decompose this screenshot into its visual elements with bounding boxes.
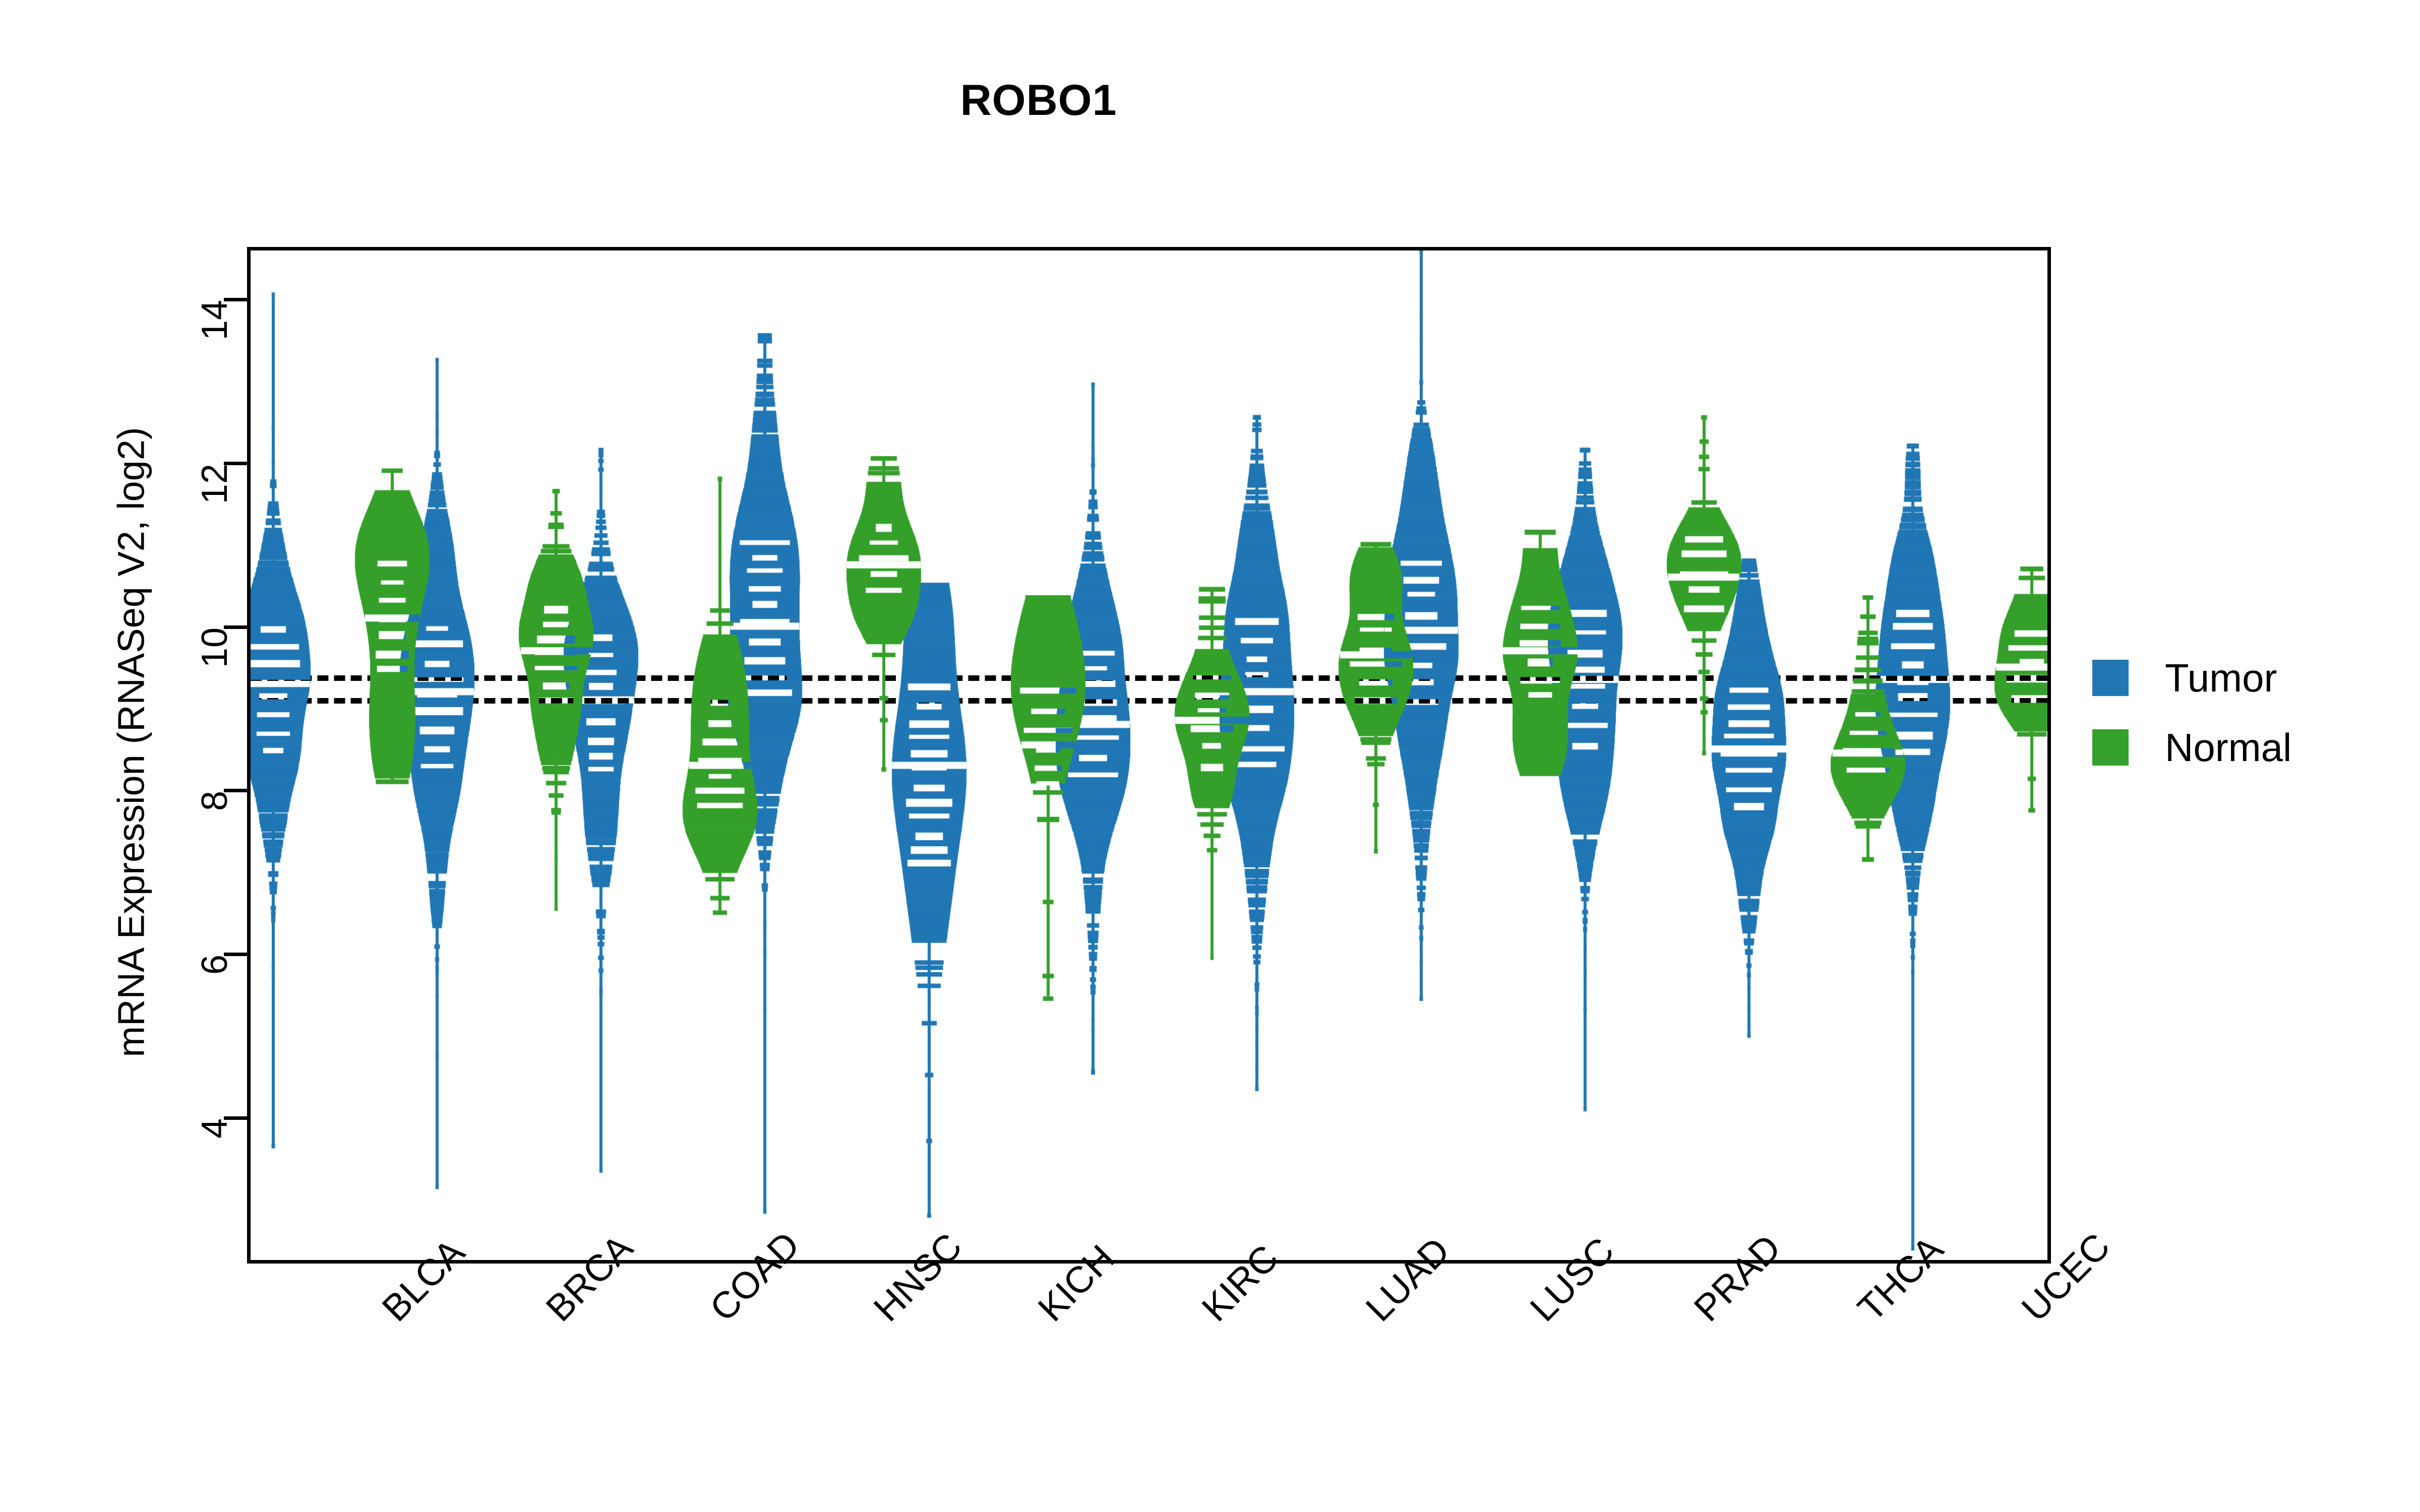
violin-kich-normal xyxy=(1003,250,1093,1260)
violin-lusc-normal xyxy=(1495,250,1585,1260)
chart-page: ROBO1 mRNA Expression (RNASeq V2, log2) … xyxy=(0,0,2420,1512)
plot-area xyxy=(247,247,2051,1264)
violin-brca-normal xyxy=(511,250,601,1260)
violin-prad-normal xyxy=(1659,250,1749,1260)
legend: Tumor Normal xyxy=(2092,655,2395,794)
violin-luad-normal xyxy=(1331,250,1421,1260)
legend-item-normal[interactable]: Normal xyxy=(2092,725,2395,770)
y-axis-tick-label: 14 xyxy=(195,300,235,341)
x-axis-tick-label-kich: KICH xyxy=(1030,1236,1123,1330)
x-axis-tick-label-hnsc: HNSC xyxy=(866,1225,971,1330)
legend-item-label: Tumor xyxy=(2165,656,2277,700)
violin-coad-normal xyxy=(675,250,765,1260)
x-axis: BLCA BRCA COAD HNSC KICH KIRC LUAD LUSC PRAD THCA… xyxy=(0,1223,2119,1512)
legend-square-swatch-icon xyxy=(2092,729,2129,766)
x-axis-tick-label-coad: COAD xyxy=(701,1223,808,1330)
violin-ucec-normal xyxy=(1987,250,2047,1260)
x-axis-tick-label-brca: BRCA xyxy=(537,1226,641,1330)
violin-blca-normal xyxy=(347,250,437,1260)
y-axis-tick-label: 10 xyxy=(195,627,235,668)
y-axis-tick-label: 8 xyxy=(195,791,235,811)
y-axis: 4 6 8 10 12 14 xyxy=(0,247,247,1264)
violin-kirc-normal xyxy=(1167,250,1257,1260)
violin-thca-normal xyxy=(1823,250,1913,1260)
legend-square-swatch-icon xyxy=(2092,660,2129,696)
x-axis-tick-label-lusc: LUSC xyxy=(1522,1229,1622,1330)
x-axis-tick-label-prad: PRAD xyxy=(1685,1226,1789,1330)
legend-item-label: Normal xyxy=(2165,725,2292,770)
violin-hnsc-normal xyxy=(839,250,929,1260)
x-axis-tick-label-ucec: UCEC xyxy=(2014,1225,2119,1330)
y-axis-tick-label: 12 xyxy=(195,463,235,504)
y-axis-tick-label: 4 xyxy=(195,1118,235,1139)
x-axis-tick-label-blca: BLCA xyxy=(374,1231,472,1330)
violin-blca-tumor xyxy=(251,250,318,1260)
x-axis-tick-label-luad: LUAD xyxy=(1357,1229,1458,1330)
plot-inner xyxy=(251,250,2047,1260)
x-axis-tick-label-kirc: KIRC xyxy=(1193,1236,1287,1330)
legend-item-tumor[interactable]: Tumor xyxy=(2092,655,2395,701)
y-axis-tick-label: 6 xyxy=(195,955,235,975)
x-axis-tick-label-thca: THCA xyxy=(1849,1228,1951,1330)
page-title: ROBO1 xyxy=(960,76,1117,124)
